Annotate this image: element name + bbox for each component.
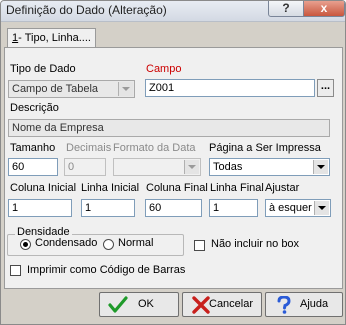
linha-inicial-input[interactable]: 1 [81,199,135,217]
coluna-inicial-value: 1 [12,202,19,214]
chevron-down-icon [184,160,199,174]
ajustar-label: Ajustar [265,182,300,194]
tipo-dado-value: Campo de Tabela [12,83,99,95]
coluna-final-label: Coluna Final [146,182,208,194]
tab-tipo-linha[interactable]: 1- Tipo, Linha.... [7,28,96,48]
title-bar: Definição do Dado (Alteração) ? x [1,1,345,22]
window-title: Definição do Dado (Alteração) [6,3,167,17]
descricao-input[interactable]: Nome da Empresa [8,119,330,137]
x-icon [192,296,210,314]
linha-final-label: Linha Final [210,182,264,194]
campo-browse-button[interactable]: ... [317,79,334,97]
condensado-radio[interactable] [20,239,31,250]
condensado-label: Condensado [35,237,98,249]
ok-label: OK [138,298,154,310]
coluna-inicial-input[interactable]: 1 [8,199,72,217]
pagina-label: Página a Ser Impressa [209,142,321,154]
coluna-final-input[interactable]: 60 [145,199,202,217]
campo-value: Z001 [149,82,175,94]
pagina-select[interactable]: Todas [209,158,330,176]
tamanho-value: 60 [12,161,25,173]
help-button[interactable]: Ajuda [265,292,343,317]
tipo-dado-label: Tipo de Dado [10,63,76,75]
descricao-value: Nome da Empresa [12,122,104,134]
cancel-label: Cancelar [209,298,254,310]
help-icon: ? [282,1,290,15]
tamanho-input[interactable]: 60 [8,158,58,176]
normal-label: Normal [118,237,154,249]
codigo-barras-label: Imprimir como Código de Barras [27,264,186,276]
close-button[interactable]: x [303,1,345,17]
ajustar-value: à esquer [269,202,312,214]
codigo-barras-checkbox[interactable] [10,265,21,276]
chevron-down-icon [313,160,328,174]
help-title-button[interactable]: ? [268,1,304,17]
campo-input[interactable]: Z001 [145,79,315,97]
close-icon: x [320,1,328,15]
chevron-down-icon [118,82,133,96]
ellipsis-icon: ... [320,80,331,92]
pagina-value: Todas [213,161,243,173]
nao-incluir-label: Não incluir no box [211,238,300,250]
tipo-dado-select[interactable]: Campo de Tabela [8,80,135,98]
tab-label: - Tipo, Linha.... [18,32,91,44]
chevron-down-icon [314,201,329,215]
tamanho-label: Tamanho [10,142,56,154]
coluna-final-value: 60 [149,202,162,214]
cancel-button[interactable]: Cancelar [182,292,262,317]
formato-data-select[interactable] [113,158,201,176]
question-icon [277,296,291,314]
linha-final-input[interactable]: 1 [209,199,258,217]
linha-inicial-label: Linha Inicial [81,182,140,194]
normal-radio[interactable] [103,239,114,250]
ok-button[interactable]: OK [99,292,179,317]
linha-final-value: 1 [213,202,220,214]
linha-inicial-value: 1 [85,202,92,214]
ajustar-select[interactable]: à esquer [265,199,331,217]
decimais-input[interactable]: 0 [64,158,106,176]
nao-incluir-checkbox[interactable] [194,240,205,251]
help-label: Ajuda [300,298,329,310]
formato-data-label: Formato da Data [113,142,196,154]
decimais-value: 0 [68,161,75,173]
check-icon [108,296,128,313]
descricao-label: Descrição [10,102,59,114]
campo-label: Campo [146,63,182,75]
coluna-inicial-label: Coluna Inicial [10,182,77,194]
dialog-window: Definição do Dado (Alteração) ? x 1- Tip… [0,0,346,325]
decimais-label: Decimais [66,142,112,154]
